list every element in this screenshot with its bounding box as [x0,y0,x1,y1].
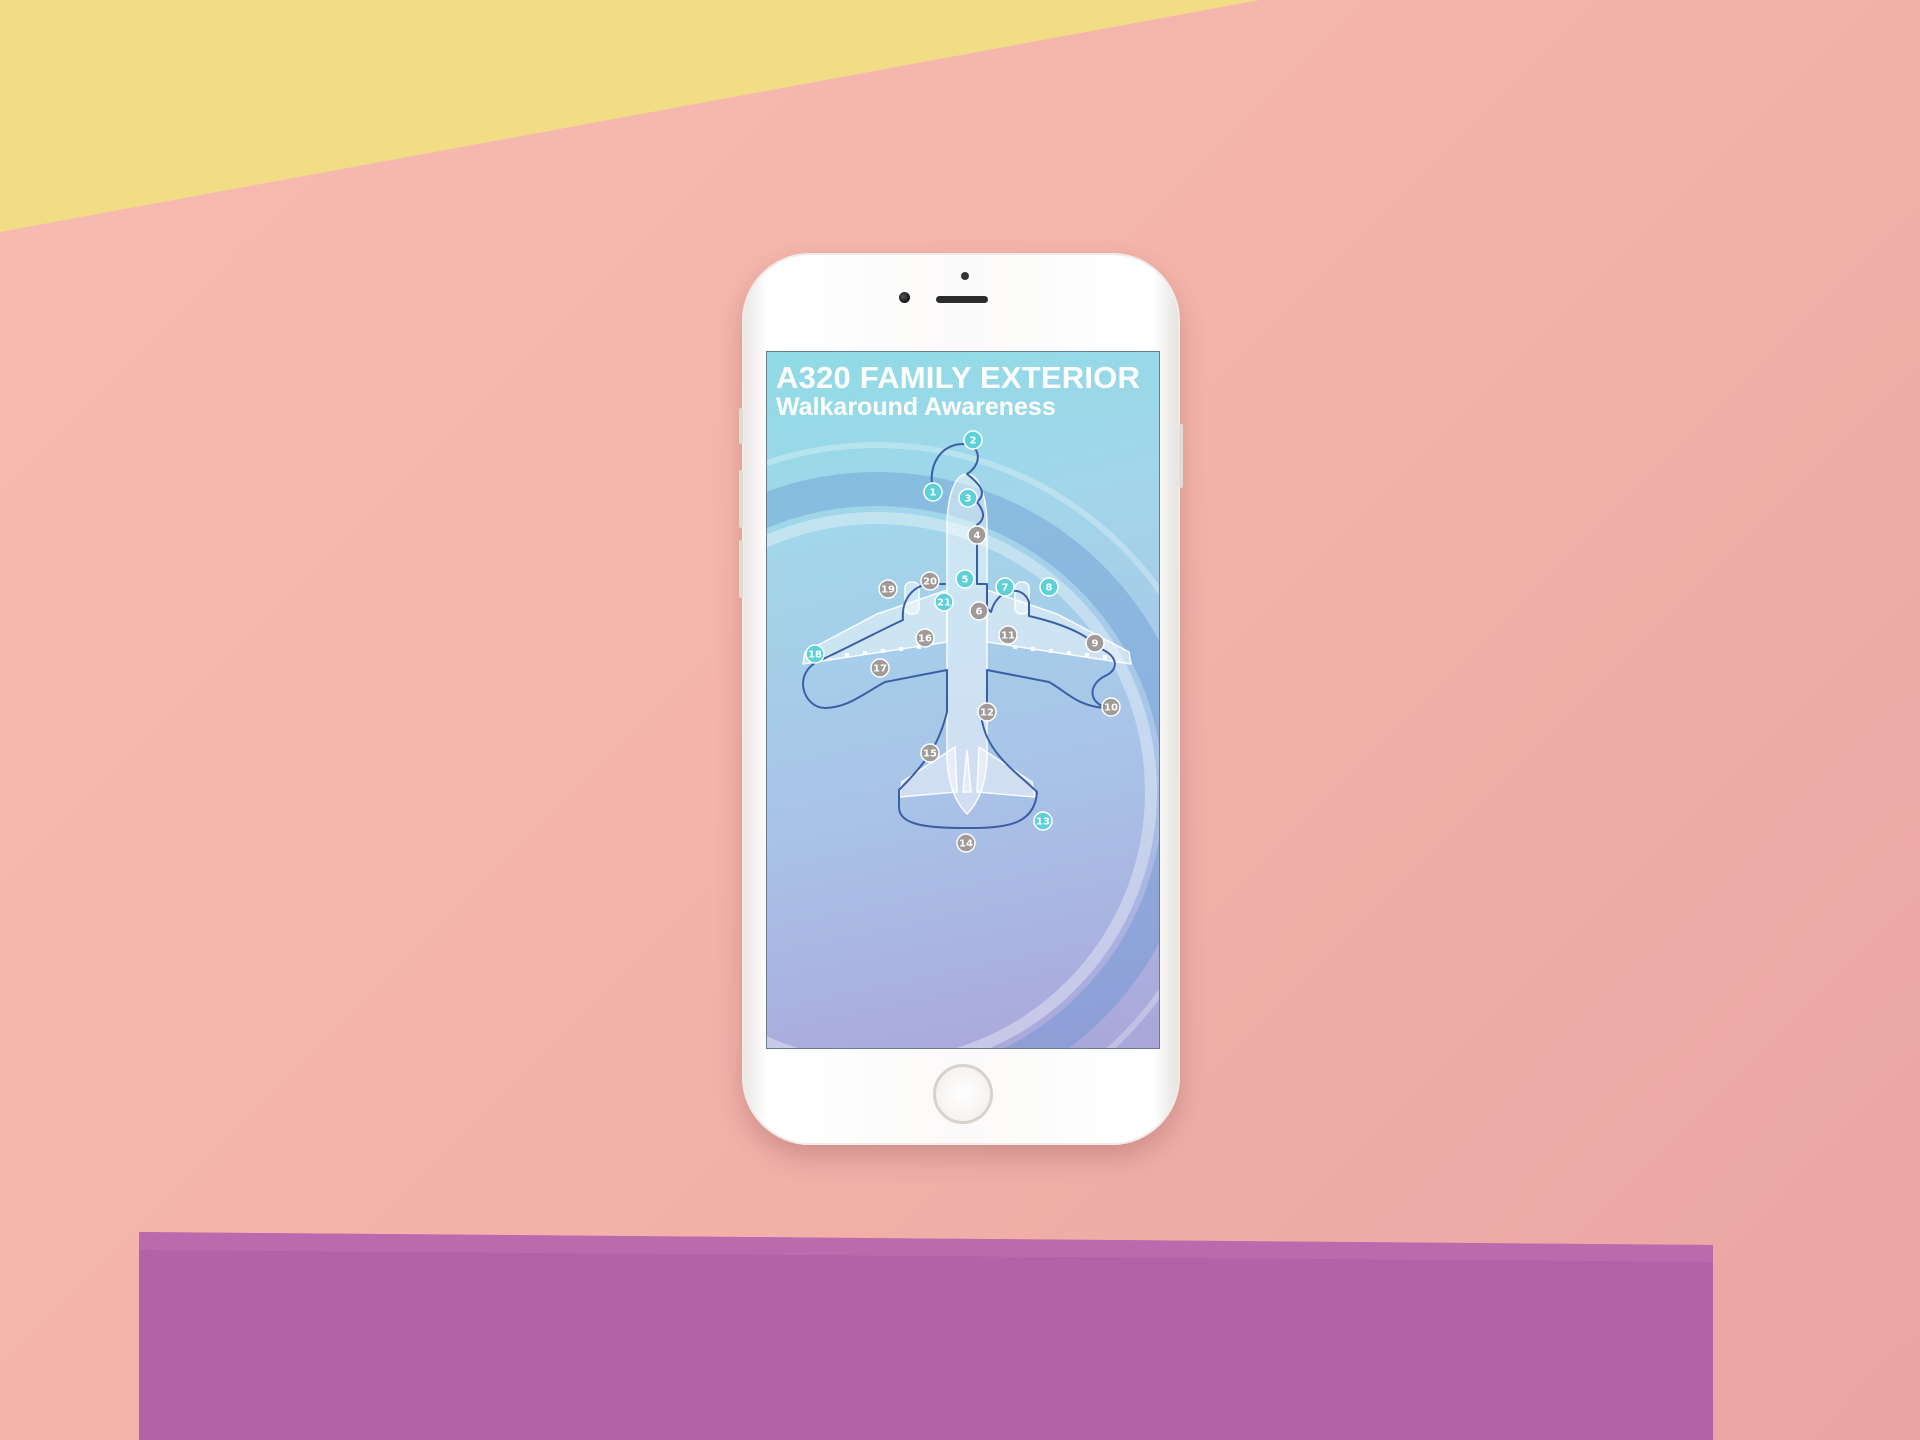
waypoint-number: 6 [976,607,983,618]
waypoint-18[interactable]: 18 [805,644,825,664]
waypoint-12[interactable]: 12 [977,702,997,722]
waypoint-number: 8 [1046,583,1053,594]
waypoint-15[interactable]: 15 [920,743,940,763]
waypoint-number: 17 [873,664,887,675]
waypoint-3[interactable]: 3 [958,488,978,508]
waypoint-11[interactable]: 11 [998,625,1018,645]
volume-up-button [739,470,743,528]
purple-paper [139,1232,1713,1440]
waypoint-10[interactable]: 10 [1101,697,1121,717]
waypoint-4[interactable]: 4 [967,525,987,545]
waypoint-number: 13 [1036,817,1050,828]
waypoint-number: 5 [962,575,969,586]
waypoint-number: 16 [918,634,932,645]
power-button [1179,424,1183,488]
waypoint-number: 3 [965,494,972,505]
waypoint-number: 9 [1092,639,1099,650]
waypoint-number: 18 [808,650,822,661]
waypoint-2[interactable]: 2 [963,430,983,450]
app-screen: A320 FAMILY EXTERIOR Walkaround Awarenes… [766,351,1160,1049]
waypoint-8[interactable]: 8 [1039,577,1059,597]
waypoint-13[interactable]: 13 [1033,811,1053,831]
waypoint-6[interactable]: 6 [969,601,989,621]
home-button[interactable] [933,1064,993,1124]
waypoint-20[interactable]: 20 [920,571,940,591]
walkaround-diagram: 1234567 89101112131415161718192021 [802,430,1132,853]
waypoint-number: 14 [959,839,973,850]
waypoint-19[interactable]: 19 [878,579,898,599]
front-camera [899,292,910,303]
yellow-paper [0,0,1260,232]
waypoint-number: 19 [881,585,895,596]
waypoint-number: 10 [1104,703,1118,714]
waypoint-14[interactable]: 14 [956,833,976,853]
waypoint-number: 21 [937,598,951,609]
proximity-sensor [961,272,969,280]
waypoint-number: 12 [980,708,994,719]
waypoint-number: 7 [1002,583,1009,594]
earpiece-speaker [936,296,988,303]
waypoint-16[interactable]: 16 [915,628,935,648]
waypoint-number: 20 [923,577,937,588]
waypoint-1[interactable]: 1 [923,482,943,502]
waypoint-9[interactable]: 9 [1085,633,1105,653]
waypoint-5[interactable]: 5 [955,569,975,589]
waypoint-number: 1 [930,488,937,499]
waypoint-21[interactable]: 21 [934,592,954,612]
waypoint-number: 2 [970,436,977,447]
waypoint-number: 11 [1001,631,1015,642]
waypoint-17[interactable]: 17 [870,658,890,678]
waypoint-7[interactable]: 7 [995,577,1015,597]
waypoint-number: 4 [974,531,981,542]
waypoint-number: 15 [923,749,937,760]
volume-down-button [739,540,743,598]
mute-switch [739,408,743,444]
